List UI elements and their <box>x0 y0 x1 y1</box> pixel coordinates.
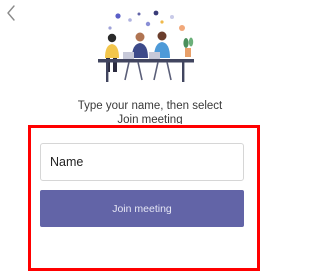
people-meeting-illustration <box>92 8 200 84</box>
name-input[interactable] <box>40 143 244 181</box>
instructions-line-2: Join meeting <box>117 114 183 124</box>
join-meeting-button[interactable]: Join meeting <box>40 190 244 227</box>
chevron-left-icon[interactable] <box>4 4 18 22</box>
join-instructions: Type your name, then select Join meeting <box>0 99 300 124</box>
instructions-line-1: Type your name, then select <box>77 100 223 112</box>
